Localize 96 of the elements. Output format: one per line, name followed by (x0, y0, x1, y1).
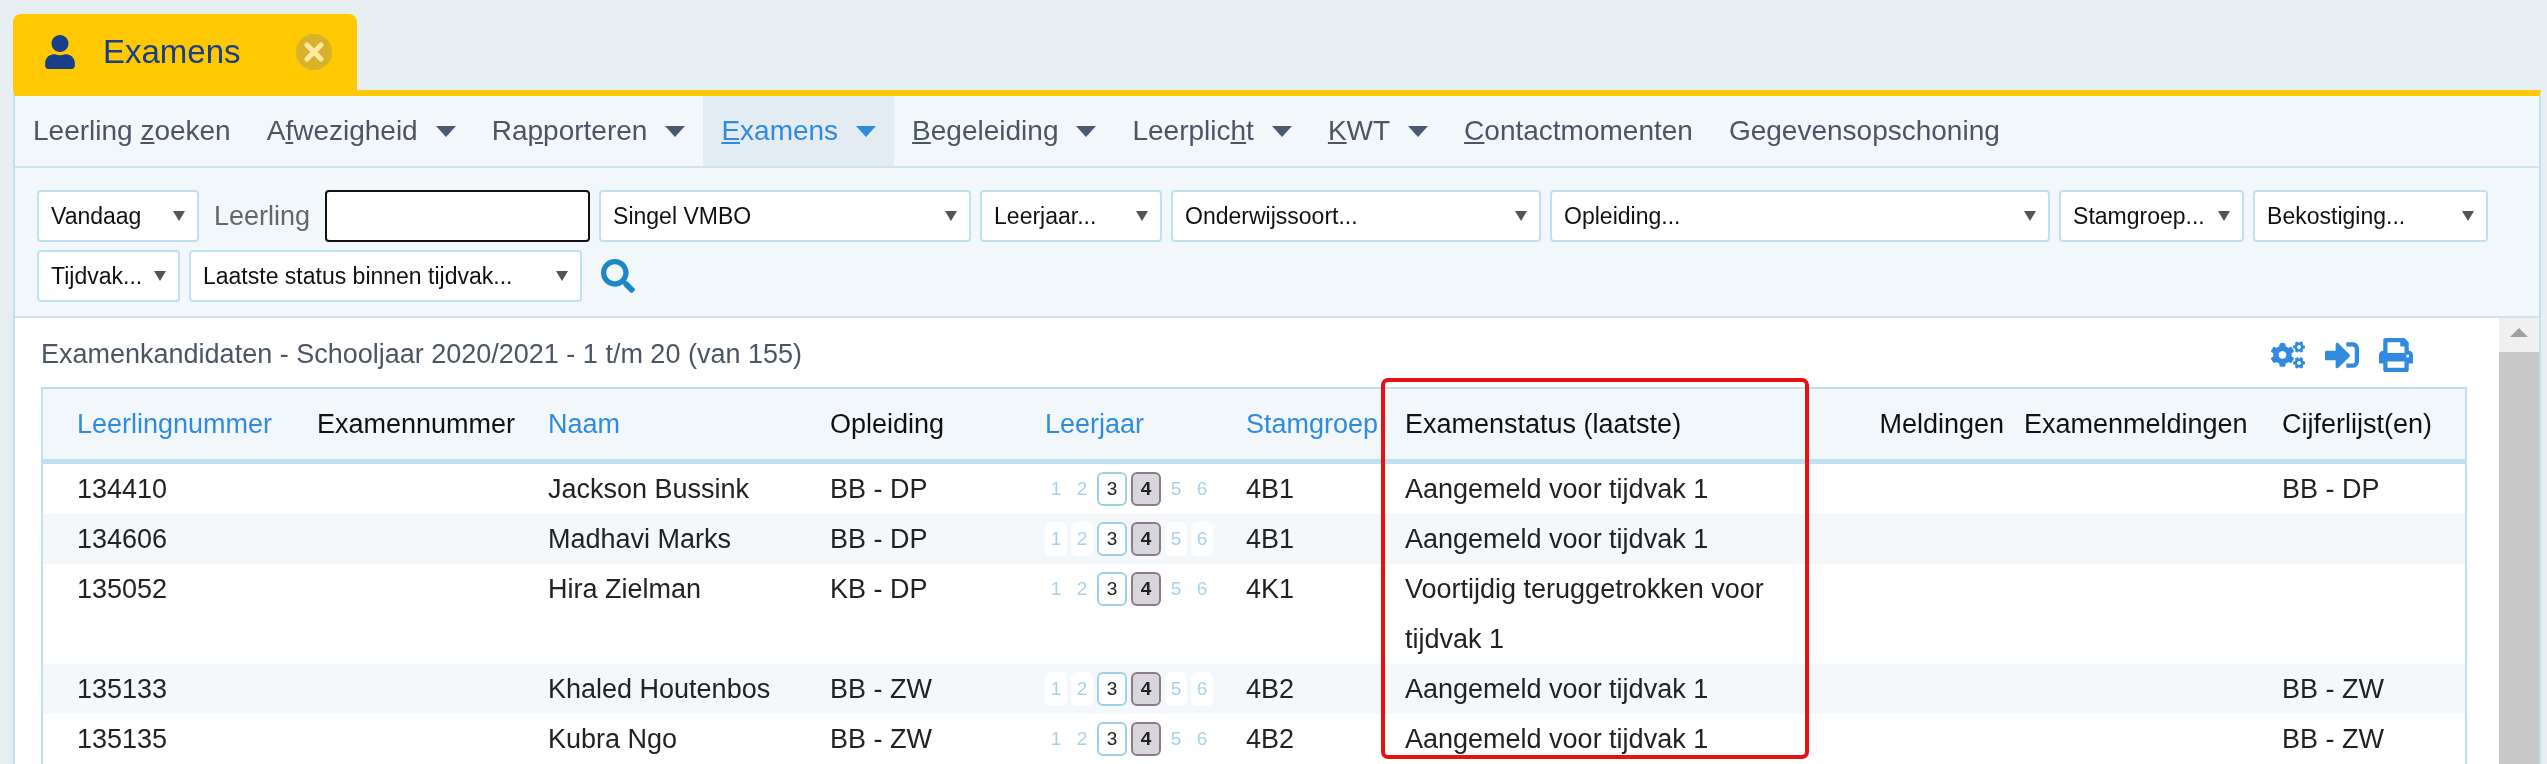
table-cell: Kubra Ngo (538, 714, 820, 764)
scroll-up-icon[interactable] (2510, 328, 2528, 337)
caret-icon (2024, 211, 2037, 221)
table-cell: BB - ZW (2272, 664, 2466, 714)
year-badge: 1 (1045, 672, 1067, 706)
year-badge: 6 (1191, 672, 1213, 706)
year-badge: 5 (1165, 522, 1187, 556)
table-cell: Voortijdig teruggetrokken voor tijdvak 1 (1395, 564, 1802, 664)
table-cell: BB - ZW (820, 664, 1035, 714)
year-badge: 4 (1131, 472, 1161, 506)
menu-label: Gegevensopschoning (1728, 115, 2000, 147)
table-cell: BB - ZW (2272, 714, 2466, 764)
table-cell: 4B1 (1236, 461, 1395, 514)
caret-icon (1515, 211, 1528, 221)
year-badge: 4 (1131, 722, 1161, 756)
dropdown-select[interactable]: Leerjaar... (980, 190, 1163, 242)
table-cell: BB - ZW (820, 714, 1035, 764)
menu-label: Examens (721, 115, 839, 147)
table-cell: Aangemeld voor tijdvak 1 (1395, 714, 1802, 764)
dropdown-select[interactable]: Bekostiging... (2253, 190, 2489, 242)
caret-icon (2218, 211, 2231, 221)
dropdown-select[interactable]: Onderwijssoort... (1171, 190, 1542, 242)
year-badge: 2 (1071, 522, 1093, 556)
caret-icon (556, 271, 568, 281)
menu-item[interactable]: Leerplicht (1114, 96, 1310, 166)
list-heading: Examenkandidaten - Schooljaar 2020/2021 - 1 t/m 20 (van 155) (41, 339, 802, 370)
field-label: Leerling (213, 200, 312, 232)
table-cell: Hira Zielman (538, 564, 820, 664)
print-button[interactable] (2379, 337, 2413, 372)
table-cell: Aangemeld voor tijdvak 1 (1395, 514, 1802, 564)
column-header: Meldingen (1802, 388, 2014, 462)
dropdown-select[interactable]: Opleiding... (1550, 190, 2051, 242)
dropdown-select[interactable]: Tijdvak... (37, 250, 180, 302)
menu-item[interactable]: Contactmomenten (1446, 96, 1711, 166)
table-cell: BB - DP (820, 514, 1035, 564)
menu-label: Leerplicht (1132, 115, 1254, 147)
caret-icon (154, 271, 166, 281)
table-cell: Khaled Houtenbos (538, 664, 820, 714)
table-cell: 134606 (42, 514, 307, 564)
column-header: Examenstatus (laatste) (1395, 388, 1802, 462)
dropdown-select[interactable]: Stamgroep... (2059, 190, 2245, 242)
table-cell: 4B2 (1236, 714, 1395, 764)
year-badge: 3 (1097, 672, 1127, 706)
menu-label: Rapporteren (491, 115, 648, 147)
caret-icon (173, 211, 185, 221)
menu-item[interactable]: Leerling zoeken (15, 96, 249, 166)
menu-item[interactable]: KWT (1309, 96, 1447, 166)
year-badge: 3 (1097, 522, 1127, 556)
year-badge: 1 (1045, 522, 1067, 556)
menu-item[interactable]: Gegevensopschoning (1710, 96, 2018, 166)
scrollbar[interactable] (2499, 318, 2539, 764)
caret-icon (945, 211, 958, 221)
table-cell: 4B2 (1236, 664, 1395, 714)
caret-icon (2462, 211, 2475, 221)
menu-label: Contactmomenten (1464, 115, 1693, 147)
table-cell: 135052 (42, 564, 307, 664)
tab-title: Examens (103, 33, 241, 71)
dropdown-select[interactable]: Laatste status binnen tijdvak... (189, 250, 582, 302)
table-cell: 4K1 (1236, 564, 1395, 664)
menu-label: KWT (1327, 115, 1391, 147)
year-badge: 2 (1071, 672, 1093, 706)
table-cell: BB - DP (2272, 461, 2466, 514)
year-badge: 6 (1191, 522, 1213, 556)
table-cell: Madhavi Marks (538, 514, 820, 564)
table-cell: Aangemeld voor tijdvak 1 (1395, 461, 1802, 514)
year-badge: 4 (1131, 572, 1161, 606)
dropdown-select[interactable]: Vandaag (37, 190, 199, 242)
menu-item[interactable]: Afwezigheid (248, 96, 474, 166)
year-badge: 5 (1165, 672, 1187, 706)
input-field[interactable] (325, 190, 591, 242)
column-header: Cijferlijst(en) (2272, 388, 2466, 462)
menu-label: Begeleiding (912, 115, 1059, 147)
menu-item[interactable]: Rapporteren (473, 96, 704, 166)
table-cell: 135133 (42, 664, 307, 714)
menu-item[interactable]: Begeleiding (894, 96, 1115, 166)
dropdown-select[interactable]: Singel VMBO (599, 190, 972, 242)
table-cell: KB - DP (820, 564, 1035, 664)
year-badge: 3 (1097, 472, 1127, 506)
table-cell: Jackson Bussink (538, 461, 820, 514)
column-header: Examenmeldingen (2014, 388, 2272, 462)
menu-label: Leerling zoeken (33, 115, 231, 147)
table-cell: 4B1 (1236, 514, 1395, 564)
examens-tab[interactable]: Examens (13, 14, 357, 90)
menu-label: Afwezigheid (266, 115, 418, 147)
year-badge: 3 (1097, 572, 1127, 606)
table-cell: Aangemeld voor tijdvak 1 (1395, 664, 1802, 714)
year-badge: 4 (1131, 522, 1161, 556)
year-badge: 4 (1131, 672, 1161, 706)
table-cell: 134410 (42, 461, 307, 514)
caret-icon (1136, 211, 1149, 221)
table-cell: 135135 (42, 714, 307, 764)
column-header: Examennummer (307, 388, 538, 462)
year-badge: 3 (1097, 722, 1127, 756)
column-header: Opleiding (820, 388, 1035, 462)
table-cell: BB - DP (820, 461, 1035, 514)
user-icon (43, 35, 77, 69)
